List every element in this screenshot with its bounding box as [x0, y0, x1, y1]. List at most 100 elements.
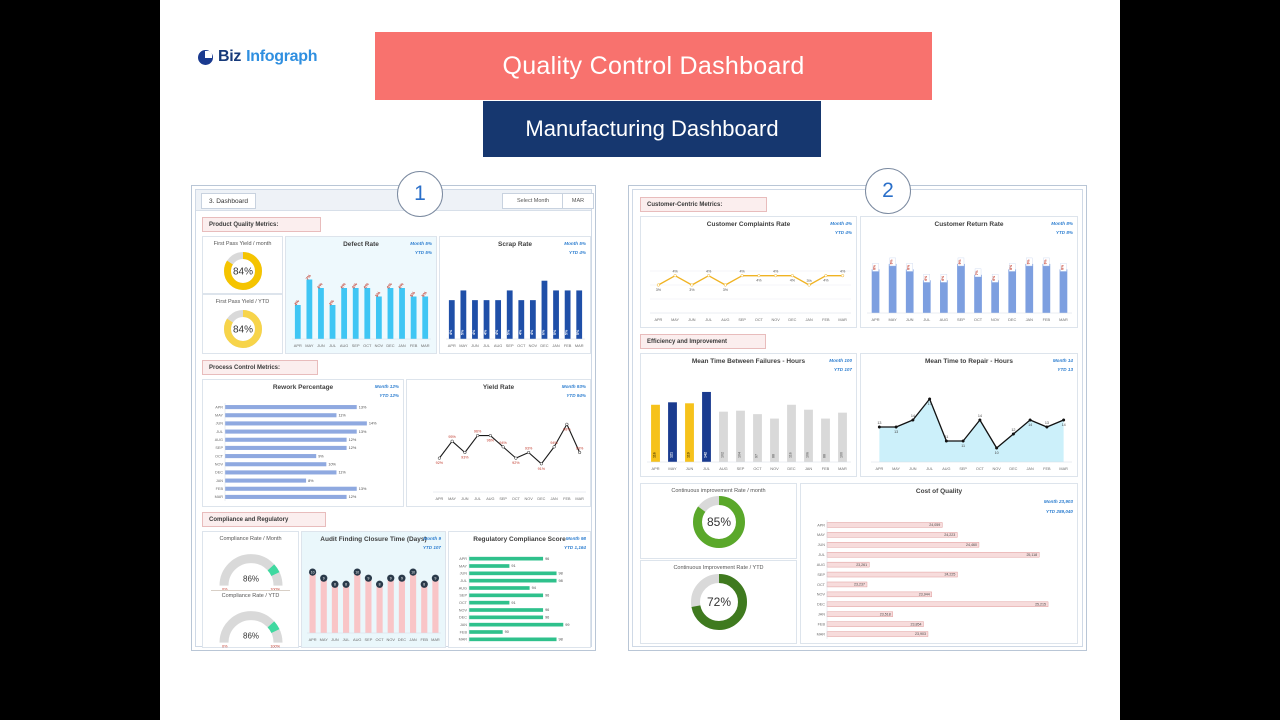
svg-text:MAR: MAR	[838, 466, 847, 471]
svg-text:JAN: JAN	[552, 343, 560, 348]
svg-text:DEC: DEC	[459, 616, 467, 620]
mtbf-title: Mean Time Between Failures - Hours	[691, 358, 806, 365]
svg-text:JAN: JAN	[216, 479, 223, 483]
svg-text:102: 102	[721, 452, 725, 458]
svg-text:OCT: OCT	[215, 454, 224, 458]
dashboard-panel-2: Customer-Centric Metrics: Customer Compl…	[628, 185, 1087, 651]
svg-text:94: 94	[532, 586, 536, 590]
svg-text:JUL: JUL	[460, 579, 467, 583]
svg-text:93%: 93%	[576, 447, 584, 451]
svg-text:8: 8	[379, 583, 381, 587]
svg-text:MAR: MAR	[1059, 317, 1068, 322]
svg-text:4%: 4%	[518, 329, 522, 335]
svg-text:9: 9	[367, 576, 369, 580]
svg-text:99: 99	[565, 623, 569, 627]
rework-kpi-month: Month 12%	[374, 384, 399, 389]
svg-text:JUN: JUN	[686, 466, 694, 471]
svg-text:12%: 12%	[349, 438, 357, 442]
svg-text:APR: APR	[872, 317, 880, 322]
svg-text:JAN: JAN	[551, 497, 558, 501]
svg-text:JUL: JUL	[818, 553, 825, 557]
svg-text:MAR: MAR	[421, 343, 430, 348]
svg-text:SEP: SEP	[352, 343, 360, 348]
main-title-text: Quality Control Dashboard	[502, 51, 805, 80]
svg-text:8%: 8%	[1060, 265, 1064, 270]
defect-rate-chart: 4% 7% 6% 4% 6% 6% 6% 5% 6% 6% 5% 5% APR MAY JUN JUL AUG S…	[292, 259, 431, 349]
svg-text:DEC: DEC	[788, 318, 796, 322]
svg-text:96%: 96%	[487, 439, 495, 443]
svg-text:106: 106	[806, 452, 810, 458]
mttr-kpi-month: Month 14	[1052, 358, 1073, 363]
svg-text:JAN: JAN	[805, 466, 813, 471]
svg-text:FEB: FEB	[410, 343, 418, 348]
svg-text:AUG: AUG	[353, 637, 361, 642]
svg-text:MAY: MAY	[305, 343, 314, 348]
card-rework-percentage: Rework Percentage Month 12% YTD 12% APR 1…	[202, 379, 404, 507]
svg-text:AUG: AUG	[459, 586, 467, 590]
svg-text:JAN: JAN	[409, 637, 417, 642]
svg-text:88: 88	[823, 454, 827, 458]
svg-text:DEC: DEC	[540, 343, 548, 348]
svg-text:JUN: JUN	[471, 343, 479, 348]
svg-text:84%: 84%	[232, 324, 252, 335]
svg-text:4%: 4%	[756, 279, 762, 283]
svg-text:JUN: JUN	[331, 637, 339, 642]
subtitle-banner: Manufacturing Dashboard	[483, 101, 821, 157]
fpy-month-title: First Pass Yield / month	[213, 241, 272, 247]
mttr-kpi-ytd: YTD 13	[1057, 367, 1073, 372]
svg-text:SEP: SEP	[459, 594, 467, 598]
letterbox-left	[0, 0, 160, 720]
svg-text:94%: 94%	[499, 441, 507, 445]
svg-text:8: 8	[334, 583, 336, 587]
svg-text:MAY: MAY	[671, 318, 679, 322]
scrap-rate-chart: 4% 5% 4% 4% 4% 5% 4% 4% 6% 5% 5% 5% APR MAY JUN JUL AUG S…	[446, 259, 585, 349]
selected-month-value[interactable]: MAR	[562, 193, 594, 209]
svg-text:OCT: OCT	[753, 466, 762, 471]
svg-text:3%: 3%	[806, 279, 812, 283]
svg-text:FEB: FEB	[420, 637, 428, 642]
tab-dashboard[interactable]: 3. Dashboard	[201, 193, 257, 209]
svg-text:4%: 4%	[672, 270, 678, 274]
card-compliance-gauges: Compliance Rate / Month 86% 0% 100% Compli…	[202, 531, 299, 649]
svg-text:5%: 5%	[565, 329, 569, 335]
svg-text:JAN: JAN	[806, 318, 813, 322]
svg-text:98: 98	[559, 579, 563, 583]
svg-text:FEB: FEB	[1043, 467, 1051, 471]
svg-text:JUN: JUN	[688, 318, 696, 322]
select-month-button[interactable]: Select Month	[502, 193, 564, 209]
svg-text:SEP: SEP	[959, 467, 967, 471]
letterbox-right	[1120, 0, 1280, 720]
svg-text:23,518: 23,518	[880, 612, 891, 616]
svg-text:MAR: MAR	[817, 632, 826, 636]
svg-text:JUL: JUL	[926, 467, 933, 471]
svg-text:JUL: JUL	[705, 318, 712, 322]
svg-text:APR: APR	[294, 343, 302, 348]
dashboard-2-inner: Customer-Centric Metrics: Customer Compl…	[632, 189, 1083, 647]
complaints-kpi-ytd: YTD 4%	[834, 230, 852, 235]
coq-chart: APR 24,059 MAY 24,223 JUN 24,460 JUL 25,118 AUG 2…	[805, 520, 1071, 639]
yield-chart: 92% 95% 93% 96% 96% 94% 92% 93% 91% 94% 98% 93% APR M…	[411, 403, 586, 502]
svg-text:96: 96	[545, 616, 549, 620]
svg-text:JUN: JUN	[909, 467, 917, 471]
gauge-divider	[211, 590, 290, 591]
brand-logo: Biz Infograph	[198, 48, 317, 66]
svg-text:4%: 4%	[495, 329, 499, 335]
rework-chart: APR 13% MAY 11% JUN 14% JUL 13% AUG 12% SEP 12% OCT 9…	[207, 403, 399, 501]
svg-text:14: 14	[1028, 423, 1032, 427]
svg-text:91: 91	[511, 564, 515, 568]
step-badge-1: 1	[397, 171, 443, 217]
svg-text:23,903: 23,903	[915, 632, 926, 636]
svg-text:DEC: DEC	[817, 603, 825, 607]
svg-text:10: 10	[355, 570, 359, 574]
card-mttr: Mean Time to Repair - Hours Month 14 YTD…	[860, 353, 1078, 477]
svg-text:4%: 4%	[823, 279, 829, 283]
section-process-control: Process Control Metrics:	[202, 360, 318, 375]
svg-text:JUN: JUN	[317, 343, 325, 348]
svg-text:DEC: DEC	[537, 497, 545, 501]
svg-text:98: 98	[559, 572, 563, 576]
pie-logo-icon	[198, 49, 213, 65]
complaints-kpi-month: Month 4%	[830, 221, 852, 226]
card-return-rate: Customer Return Rate Month 8% YTD 8% 8% 9…	[860, 216, 1078, 328]
comp-month-title: Compliance Rate / Month	[219, 536, 282, 542]
svg-text:JUL: JUL	[216, 430, 223, 434]
